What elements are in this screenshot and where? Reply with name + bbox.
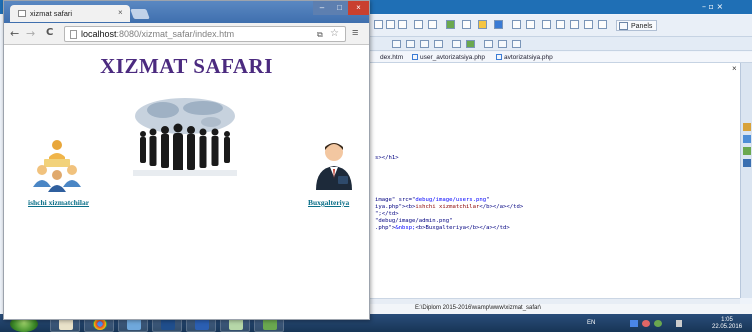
toolbar-tool-icon[interactable] xyxy=(434,40,443,48)
code-line: ";</td> xyxy=(375,211,399,217)
language-indicator[interactable]: EN xyxy=(587,320,595,326)
panel-icon[interactable] xyxy=(743,159,751,167)
url-host: localhost xyxy=(81,29,117,39)
toolbar-tool-icon[interactable] xyxy=(484,40,493,48)
buxgalteriya-link[interactable]: Buxgalteriya xyxy=(308,198,349,207)
toolbar-tool-icon[interactable] xyxy=(542,20,551,29)
toolbar-tool-icon[interactable] xyxy=(398,20,407,29)
file-tab-label: user_avtorizatsiya.php xyxy=(420,54,486,61)
browser-tab[interactable]: xizmat safari × xyxy=(10,5,130,22)
bookmark-star-icon[interactable]: ☆ xyxy=(330,28,339,39)
toolbar-tool-icon[interactable] xyxy=(420,40,429,48)
address-bar[interactable]: localhost:8080/xizmat_safar/index.htm ⧉ … xyxy=(64,26,346,42)
php-file-icon xyxy=(496,54,502,60)
code-line: s></h1> xyxy=(375,155,399,161)
toolbar: ← → C localhost:8080/xizmat_safar/index.… xyxy=(4,23,369,45)
side-panel-collapsed[interactable] xyxy=(740,63,752,298)
toolbar-tool-icon[interactable] xyxy=(386,20,395,29)
tab-close-icon[interactable]: × xyxy=(118,8,123,17)
toolbar-tool-icon[interactable] xyxy=(406,40,415,48)
chrome-menu-icon[interactable]: ≡ xyxy=(352,27,358,39)
toolbar-tool-icon[interactable] xyxy=(598,20,607,29)
toolbar-tool-icon[interactable] xyxy=(494,20,503,29)
editor-toolbar-secondary xyxy=(370,37,752,51)
file-tabs: dex.htm user_avtorizatsiya.php avtorizat… xyxy=(370,52,752,63)
editor-window-controls[interactable]: – ▫ × xyxy=(702,2,723,11)
browser-window: xizmat safari × – □ × ← → C localhost:80… xyxy=(3,0,370,320)
panels-icon xyxy=(619,22,628,30)
toolbar-tool-icon[interactable] xyxy=(584,20,593,29)
panel-icon[interactable] xyxy=(743,147,751,155)
volume-icon[interactable] xyxy=(676,320,682,327)
reload-button[interactable]: C xyxy=(46,27,53,38)
code-editor[interactable]: s></h1> image" src="debug/image/users.pn… xyxy=(370,63,740,298)
back-button[interactable]: ← xyxy=(10,27,19,40)
status-path: E:\Diplom 2015-2016\wamp\www\xizmat_safa… xyxy=(415,305,542,311)
page-icon xyxy=(70,30,77,39)
php-file-icon xyxy=(412,54,418,60)
business-people-world-map-image xyxy=(133,94,237,176)
toolbar-tool-icon[interactable] xyxy=(462,20,471,29)
tray-app-icon[interactable] xyxy=(642,320,650,327)
code-line: .php">&nbsp;<b>Buxgalteriya</b></a></td> xyxy=(375,225,510,231)
file-tab-label: dex.htm xyxy=(380,54,404,61)
tab-title: xizmat safari xyxy=(30,9,73,18)
panel-icon[interactable] xyxy=(743,123,751,131)
file-tab[interactable]: user_avtorizatsiya.php xyxy=(412,53,485,62)
toolbar-tool-icon[interactable] xyxy=(478,20,487,29)
network-icon[interactable] xyxy=(630,320,638,327)
minimize-button[interactable]: – xyxy=(313,1,331,15)
admin-icon[interactable] xyxy=(316,140,352,190)
toolbar-tool-icon[interactable] xyxy=(392,40,401,48)
toolbar-tool-icon[interactable] xyxy=(512,20,521,29)
page-favicon-icon xyxy=(18,10,26,17)
code-line: image" src="debug/image/users.png" xyxy=(375,197,490,203)
tray-app-icon[interactable] xyxy=(654,320,662,327)
page-viewport: XIZMAT SAFARI ishchi xizmatchilar Buxgal… xyxy=(4,45,369,319)
url-path: :8080/xizmat_safar/index.htm xyxy=(116,29,235,39)
toolbar-tool-icon[interactable] xyxy=(526,20,535,29)
maximize-button[interactable]: □ xyxy=(331,1,348,15)
toolbar-tool-icon[interactable] xyxy=(498,40,507,48)
toolbar-tool-icon[interactable] xyxy=(556,20,565,29)
file-tab[interactable]: avtorizatsiya.php xyxy=(496,53,553,62)
toolbar-tool-icon[interactable] xyxy=(570,20,579,29)
panels-button[interactable]: Panels xyxy=(616,20,658,31)
toolbar-tool-icon[interactable] xyxy=(466,40,475,48)
toolbar-tool-icon[interactable] xyxy=(512,40,521,48)
new-tab-button[interactable] xyxy=(130,9,150,19)
tab-strip: xizmat safari × – □ × xyxy=(4,1,369,23)
panel-icon[interactable] xyxy=(743,135,751,143)
site-title: XIZMAT SAFARI xyxy=(100,54,273,78)
translate-icon[interactable]: ⧉ xyxy=(317,30,323,40)
editor-toolbar: Panels xyxy=(370,15,752,37)
panel-close-icon[interactable]: × xyxy=(732,64,737,73)
code-line: iya.php"><b>ishchi xizmatchilar</b></a><… xyxy=(375,204,524,210)
users-icon[interactable] xyxy=(30,137,84,193)
panels-label: Panels xyxy=(631,23,653,30)
ishchi-xizmatchilar-link[interactable]: ishchi xizmatchilar xyxy=(28,198,89,207)
toolbar-tool-icon[interactable] xyxy=(428,20,437,29)
clock-time: 1:05 xyxy=(721,317,733,323)
close-window-button[interactable]: × xyxy=(348,1,369,15)
toolbar-tool-icon[interactable] xyxy=(374,20,383,29)
url-text: localhost:8080/xizmat_safar/index.htm xyxy=(81,29,234,39)
clock[interactable]: 1:05 22.05.2016 xyxy=(712,317,742,331)
forward-button[interactable]: → xyxy=(26,27,35,40)
file-tab-label: avtorizatsiya.php xyxy=(504,54,553,61)
file-tab[interactable]: dex.htm xyxy=(380,53,403,62)
toolbar-tool-icon[interactable] xyxy=(452,40,461,48)
clock-date: 22.05.2016 xyxy=(712,324,743,330)
editor-statusbar: E:\Diplom 2015-2016\wamp\www\xizmat_safa… xyxy=(370,304,752,314)
toolbar-tool-icon[interactable] xyxy=(446,20,455,29)
code-line: "debug/image/admin.png" xyxy=(375,218,453,224)
toolbar-tool-icon[interactable] xyxy=(414,20,423,29)
